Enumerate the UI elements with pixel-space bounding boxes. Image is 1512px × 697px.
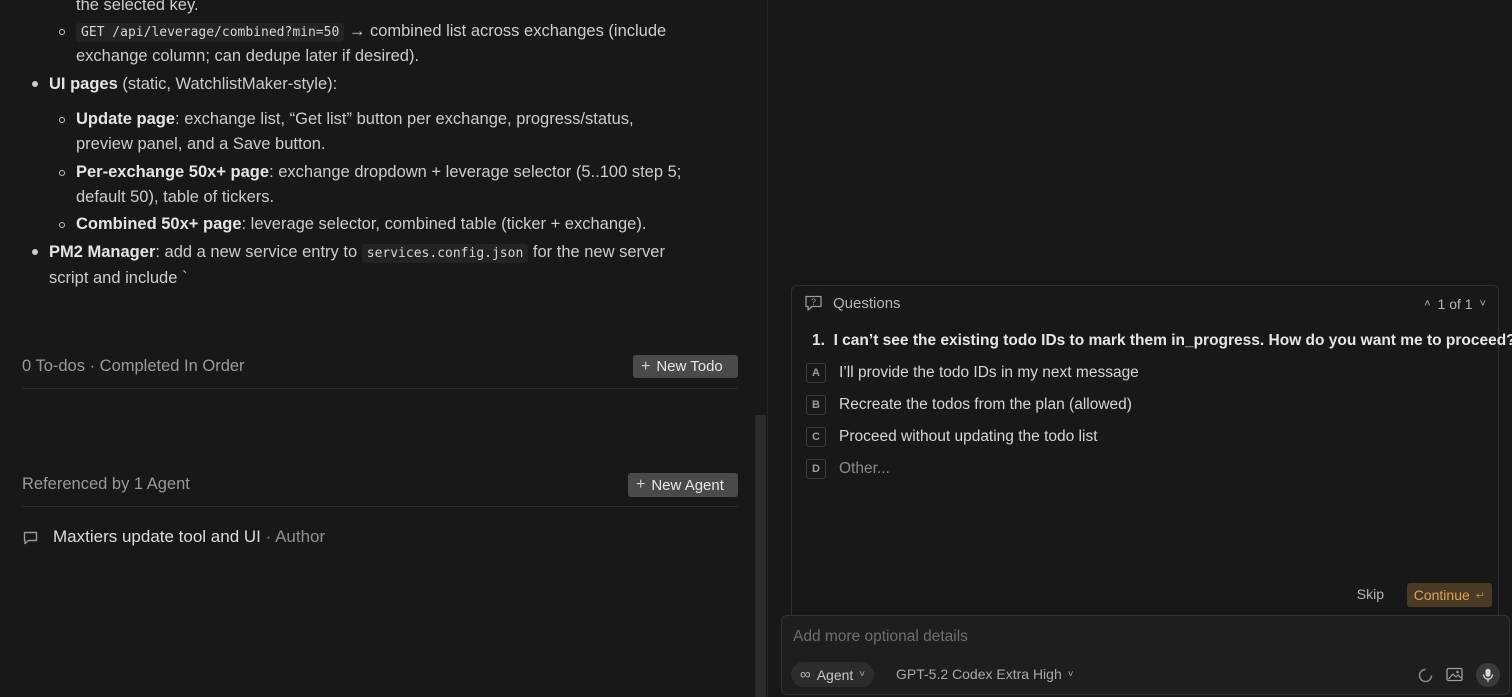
bullet	[32, 249, 38, 255]
plus-icon: +	[636, 476, 646, 493]
new-todo-label: New Todo	[656, 358, 723, 375]
plan-line-combined-endpoint: GET /api/leverage/combined?min=50 → comb…	[76, 19, 666, 45]
update-page-heading: Update page	[76, 110, 176, 128]
pm2-text-2: for the new server	[532, 243, 665, 261]
plan-line: default 50), table of tickers.	[76, 188, 275, 206]
update-page-text: : exchange list, “Get list” button per e…	[175, 110, 634, 128]
plan-pane: the selected key. GET /api/leverage/comb…	[0, 0, 768, 697]
mode-label: Agent	[816, 666, 854, 683]
details-input[interactable]	[791, 625, 1395, 649]
option-c[interactable]: C Proceed without updating the todo list	[806, 427, 1098, 447]
plan-line: script and include `	[49, 269, 188, 287]
plan-line-update-page: Update page: exchange list, “Get list” b…	[76, 107, 634, 132]
model-selector[interactable]: GPT-5.2 Codex Extra High ˅	[896, 666, 1074, 682]
combined-page-text: : leverage selector, combined table (tic…	[241, 215, 647, 233]
question-text: 1. I can’t see the existing todo IDs to …	[812, 332, 1512, 350]
questions-header: ? Questions	[804, 294, 901, 313]
plus-icon: +	[641, 357, 651, 375]
per-exchange-text: : exchange dropdown + leverage selector …	[269, 163, 682, 181]
option-key: B	[806, 395, 826, 415]
divider	[22, 388, 738, 389]
skip-button[interactable]: Skip	[1357, 586, 1384, 602]
loading-spinner-icon	[1418, 668, 1433, 683]
option-label: Recreate the todos from the plan (allowe…	[839, 396, 1132, 413]
questions-pager: ˄ 1 of 1 ˅	[1424, 296, 1486, 312]
plan-line: the selected key.	[76, 0, 199, 14]
chevron-down-icon: ˅	[859, 669, 866, 680]
option-key: A	[806, 363, 826, 383]
questions-panel: ? Questions ˄ 1 of 1 ˅ 1. I can’t see th…	[791, 285, 1512, 615]
option-b[interactable]: B Recreate the todos from the plan (allo…	[806, 395, 1132, 415]
option-key: C	[806, 427, 826, 447]
ui-pages-text: (static, WatchlistMaker-style):	[117, 75, 338, 93]
chevron-down-icon: ˅	[1067, 668, 1074, 680]
questions-title: Questions	[833, 295, 901, 312]
infinity-icon: ∞	[800, 666, 811, 683]
scrollbar[interactable]	[755, 415, 766, 697]
option-key: D	[806, 459, 826, 479]
option-label: I’ll provide the todo IDs in my next mes…	[839, 364, 1139, 381]
chevron-up-icon[interactable]: ˄	[1424, 298, 1430, 310]
model-label: GPT-5.2 Codex Extra High	[896, 666, 1062, 682]
composer: #composer input::placeholder{color:#6e6e…	[781, 615, 1510, 695]
combined-page-heading: Combined 50x+ page	[76, 215, 242, 233]
question-bubble-icon: ?	[805, 295, 822, 311]
image-icon[interactable]	[1446, 667, 1463, 682]
continue-button[interactable]: Continue ↵	[1406, 583, 1492, 607]
microphone-icon	[1482, 668, 1494, 682]
per-exchange-heading: Per-exchange 50x+ page	[76, 163, 270, 181]
new-agent-label: New Agent	[651, 476, 724, 494]
ui-pages-heading: UI pages	[49, 75, 118, 93]
pm2-code: services.config.json	[361, 244, 529, 263]
todos-summary: 0 To-dos · Completed In Order	[22, 357, 245, 375]
endpoint-text: → combined list across exchanges (includ…	[348, 22, 667, 40]
sub-bullet	[59, 29, 65, 35]
plan-line-pm2: PM2 Manager: add a new service entry to …	[49, 240, 665, 266]
option-label: Proceed without updating the todo list	[839, 428, 1098, 445]
continue-label: Continue	[1413, 587, 1470, 603]
agent-title: Maxtiers update tool and UI	[53, 527, 261, 546]
pane-divider[interactable]	[767, 0, 768, 697]
microphone-button[interactable]	[1476, 663, 1500, 687]
sub-bullet	[59, 117, 65, 123]
plan-line-per-exchange: Per-exchange 50x+ page: exchange dropdow…	[76, 160, 681, 185]
option-label: Other...	[839, 460, 890, 477]
endpoint-code: GET /api/leverage/combined?min=50	[76, 23, 345, 42]
agent-role: · Author	[265, 527, 326, 546]
svg-text:?: ?	[811, 297, 816, 307]
sub-bullet	[59, 222, 65, 228]
plan-line: preview panel, and a Save button.	[76, 135, 326, 153]
plan-line-combined-page: Combined 50x+ page: leverage selector, c…	[76, 212, 646, 237]
pm2-heading: PM2 Manager	[49, 243, 156, 261]
mode-selector[interactable]: ∞ Agent ˅	[791, 662, 875, 687]
chat-icon	[23, 531, 38, 544]
option-a[interactable]: A I’ll provide the todo IDs in my next m…	[806, 363, 1139, 383]
enter-icon: ↵	[1475, 589, 1485, 602]
agents-summary: Referenced by 1 Agent	[22, 475, 190, 493]
divider	[22, 506, 738, 507]
new-todo-button[interactable]: + New Todo	[633, 355, 738, 378]
chevron-down-icon[interactable]: ˅	[1480, 298, 1486, 310]
sub-bullet	[59, 170, 65, 176]
agent-list-item[interactable]: Maxtiers update tool and UI · Author	[22, 527, 325, 547]
bullet	[32, 81, 38, 87]
question-number: 1.	[812, 332, 825, 349]
pager-text: 1 of 1	[1437, 296, 1473, 312]
new-agent-button[interactable]: + New Agent	[628, 473, 738, 497]
plan-line: exchange column; can dedupe later if des…	[76, 47, 420, 65]
plan-line-ui-pages: UI pages (static, WatchlistMaker-style):	[49, 72, 337, 97]
pm2-text: : add a new service entry to	[155, 243, 358, 261]
question-body: I can’t see the existing todo IDs to mar…	[833, 332, 1512, 349]
option-other[interactable]: D Other...	[806, 459, 890, 479]
